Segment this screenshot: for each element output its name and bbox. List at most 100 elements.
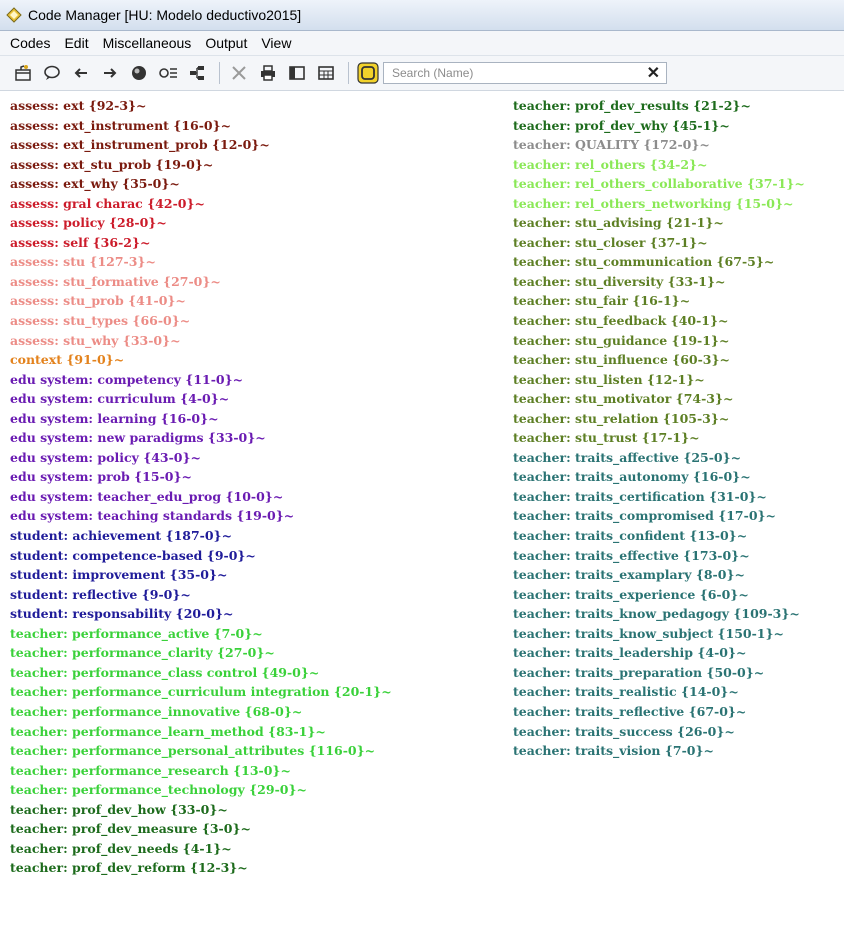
title-bar: Code Manager [HU: Modelo deductivo2015] [0,0,844,31]
code-item[interactable]: teacher: traits_preparation {50-0}~ [513,663,805,683]
code-item[interactable]: teacher: performance_innovative {68-0}~ [10,702,392,722]
code-item[interactable]: teacher: traits_examplary {8-0}~ [513,565,805,585]
code-item[interactable]: teacher: stu_communication {67-5}~ [513,252,805,272]
code-item[interactable]: student: reflective {9-0}~ [10,585,392,605]
code-item[interactable]: edu system: teaching standards {19-0}~ [10,506,392,526]
code-item[interactable]: teacher: QUALITY {172-0}~ [513,135,805,155]
toolbar-separator [348,62,349,84]
menu-codes[interactable]: Codes [10,35,50,51]
code-item[interactable]: teacher: traits_know_subject {150-1}~ [513,624,805,644]
code-item[interactable]: teacher: performance_technology {29-0}~ [10,780,392,800]
code-item[interactable]: edu system: curriculum {4-0}~ [10,389,392,409]
code-item[interactable]: teacher: stu_diversity {33-1}~ [513,272,805,292]
code-item[interactable]: student: improvement {35-0}~ [10,565,392,585]
delete-icon[interactable] [226,60,252,86]
code-item[interactable]: teacher: traits_experience {6-0}~ [513,585,805,605]
code-item[interactable]: teacher: stu_motivator {74-3}~ [513,389,805,409]
code-item[interactable]: assess: policy {28-0}~ [10,213,392,233]
code-item[interactable]: assess: stu {127-3}~ [10,252,392,272]
code-item[interactable]: teacher: traits_certification {31-0}~ [513,487,805,507]
filter-icon[interactable] [155,60,181,86]
search-input[interactable] [390,65,624,81]
code-item[interactable]: student: responsability {20-0}~ [10,604,392,624]
table-icon[interactable] [313,60,339,86]
code-item[interactable]: teacher: traits_realistic {14-0}~ [513,682,805,702]
code-item[interactable]: assess: ext_instrument {16-0}~ [10,116,392,136]
code-item[interactable]: teacher: traits_effective {173-0}~ [513,546,805,566]
menu-miscellaneous[interactable]: Miscellaneous [103,35,192,51]
code-item[interactable]: assess: stu_prob {41-0}~ [10,291,392,311]
code-item[interactable]: assess: ext_why {35-0}~ [10,174,392,194]
code-item[interactable]: assess: stu_types {66-0}~ [10,311,392,331]
code-item[interactable]: edu system: teacher_edu_prog {10-0}~ [10,487,392,507]
code-item[interactable]: assess: self {36-2}~ [10,233,392,253]
code-item[interactable]: teacher: performance_personal_attributes… [10,741,392,761]
code-item[interactable]: teacher: performance_class control {49-0… [10,663,392,683]
code-item[interactable]: edu system: competency {11-0}~ [10,370,392,390]
code-item[interactable]: teacher: performance_research {13-0}~ [10,761,392,781]
code-item[interactable]: edu system: policy {43-0}~ [10,448,392,468]
code-item[interactable]: edu system: learning {16-0}~ [10,409,392,429]
arrow-right-icon[interactable] [97,60,123,86]
menu-edit[interactable]: Edit [64,35,88,51]
code-item[interactable]: teacher: stu_feedback {40-1}~ [513,311,805,331]
code-item[interactable]: teacher: traits_vision {7-0}~ [513,741,805,761]
code-item[interactable]: teacher: stu_listen {12-1}~ [513,370,805,390]
code-item[interactable]: teacher: rel_others {34-2}~ [513,155,805,175]
code-column-left: assess: ext {92-3}~ assess: ext_instrumen… [10,96,392,878]
code-item[interactable]: context {91-0}~ [10,350,392,370]
code-item[interactable]: assess: ext_instrument_prob {12-0}~ [10,135,392,155]
menu-view[interactable]: View [261,35,291,51]
code-item[interactable]: teacher: rel_others_networking {15-0}~ [513,194,805,214]
code-item[interactable]: teacher: performance_curriculum integrat… [10,682,392,702]
code-item[interactable]: teacher: stu_guidance {19-1}~ [513,331,805,351]
code-item[interactable]: edu system: new paradigms {33-0}~ [10,428,392,448]
code-item[interactable]: teacher: traits_reflective {67-0}~ [513,702,805,722]
code-item[interactable]: student: competence-based {9-0}~ [10,546,392,566]
code-item[interactable]: assess: ext {92-3}~ [10,96,392,116]
code-item[interactable]: teacher: traits_affective {25-0}~ [513,448,805,468]
code-item[interactable]: assess: stu_formative {27-0}~ [10,272,392,292]
code-item[interactable]: teacher: prof_dev_how {33-0}~ [10,800,392,820]
code-item[interactable]: teacher: stu_influence {60-3}~ [513,350,805,370]
toolbar-separator [219,62,220,84]
code-item[interactable]: teacher: prof_dev_reform {12-3}~ [10,858,392,878]
code-item[interactable]: teacher: prof_dev_measure {3-0}~ [10,819,392,839]
toolbar: ✕ [0,56,844,91]
code-item[interactable]: assess: gral charac {42-0}~ [10,194,392,214]
code-item[interactable]: assess: ext_stu_prob {19-0}~ [10,155,392,175]
arrow-left-icon[interactable] [68,60,94,86]
code-item[interactable]: teacher: prof_dev_why {45-1}~ [513,116,805,136]
code-item[interactable]: teacher: performance_learn_method {83-1}… [10,722,392,742]
code-item[interactable]: teacher: performance_active {7-0}~ [10,624,392,644]
code-item[interactable]: teacher: performance_clarity {27-0}~ [10,643,392,663]
print-icon[interactable] [255,60,281,86]
circle-icon[interactable] [126,60,152,86]
code-item[interactable]: student: achievement {187-0}~ [10,526,392,546]
code-item[interactable]: teacher: stu_closer {37-1}~ [513,233,805,253]
code-item[interactable]: teacher: stu_trust {17-1}~ [513,428,805,448]
search-icon[interactable] [355,60,381,86]
code-item[interactable]: teacher: traits_leadership {4-0}~ [513,643,805,663]
code-item[interactable]: teacher: traits_confident {13-0}~ [513,526,805,546]
code-item[interactable]: teacher: prof_dev_needs {4-1}~ [10,839,392,859]
tree-icon[interactable] [184,60,210,86]
code-item[interactable]: teacher: stu_fair {16-1}~ [513,291,805,311]
menu-output[interactable]: Output [205,35,247,51]
comment-icon[interactable] [39,60,65,86]
code-item[interactable]: teacher: traits_know_pedagogy {109-3}~ [513,604,805,624]
code-item[interactable]: teacher: prof_dev_results {21-2}~ [513,96,805,116]
code-item[interactable]: teacher: traits_compromised {17-0}~ [513,506,805,526]
search-box: ✕ [383,62,667,84]
code-item[interactable]: teacher: rel_others_collaborative {37-1}… [513,174,805,194]
code-item[interactable]: assess: stu_why {33-0}~ [10,331,392,351]
clear-search-button[interactable]: ✕ [647,63,660,83]
single-pane-icon[interactable] [284,60,310,86]
code-item[interactable]: teacher: stu_advising {21-1}~ [513,213,805,233]
code-list: assess: ext {92-3}~ assess: ext_instrumen… [0,96,844,934]
code-item[interactable]: teacher: stu_relation {105-3}~ [513,409,805,429]
code-item[interactable]: edu system: prob {15-0}~ [10,467,392,487]
code-item[interactable]: teacher: traits_success {26-0}~ [513,722,805,742]
code-item[interactable]: teacher: traits_autonomy {16-0}~ [513,467,805,487]
new-code-icon[interactable] [10,60,36,86]
